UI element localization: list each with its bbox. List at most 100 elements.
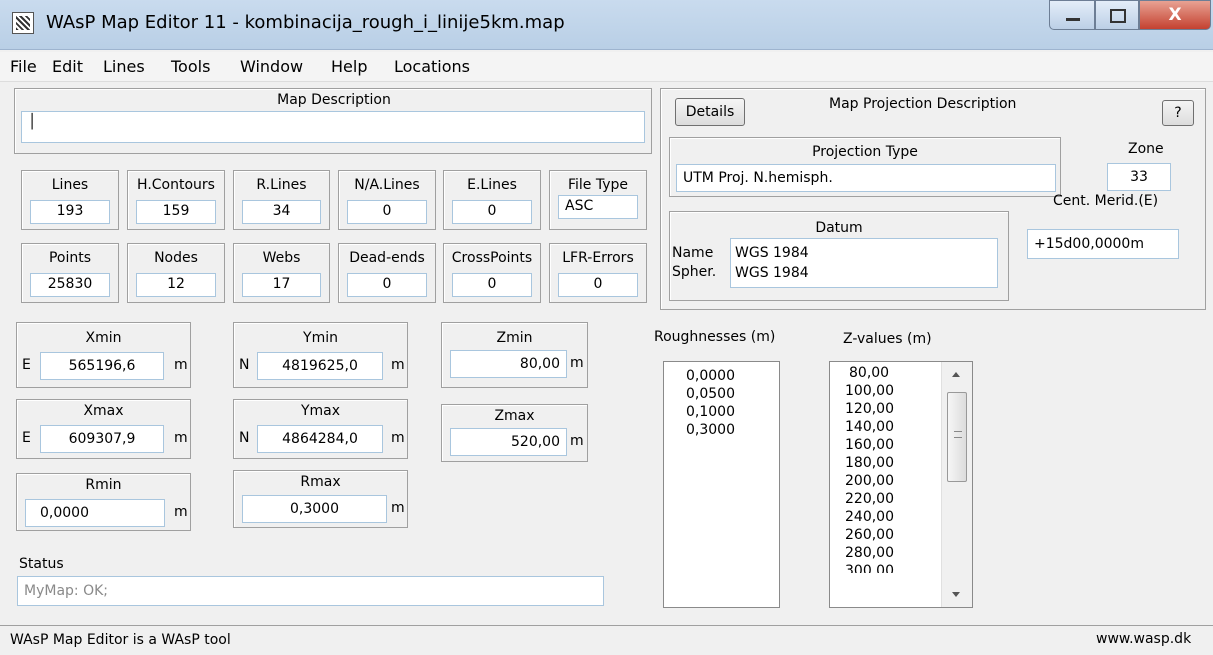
menu-help[interactable]: Help	[331, 57, 367, 76]
points-value: 25830	[30, 273, 110, 297]
datum-label: Datum	[815, 220, 863, 236]
ymax-value: 4864284,0	[257, 425, 383, 453]
dead-ends-value: 0	[347, 273, 427, 297]
status-bar: WAsP Map Editor is a WAsP tool www.wasp.…	[0, 625, 1213, 655]
rmin-label: Rmin	[85, 477, 122, 493]
app-icon	[12, 12, 34, 34]
lines-group: Lines 193	[21, 170, 119, 230]
points-group: Points 25830	[21, 243, 119, 303]
menu-lines[interactable]: Lines	[103, 57, 145, 76]
ymax-prefix: N	[239, 430, 250, 446]
xmin-label: Xmin	[85, 330, 122, 346]
crosspoints-label: CrossPoints	[451, 250, 533, 266]
xmin-group: Xmin E 565196,6 m	[16, 322, 191, 388]
rlines-label: R.Lines	[256, 177, 307, 193]
list-item[interactable]: 200,00	[845, 473, 894, 489]
list-item[interactable]: 260,00	[845, 527, 894, 543]
menu-locations[interactable]: Locations	[394, 57, 470, 76]
status-label: Status	[19, 556, 64, 572]
scroll-down-icon[interactable]	[952, 592, 960, 597]
map-description-input[interactable]: │	[21, 111, 645, 143]
title-bar: WAsP Map Editor 11 - kombinacija_rough_i…	[0, 0, 1213, 50]
window-controls: X	[1027, 0, 1213, 32]
list-item[interactable]: 220,00	[845, 491, 894, 507]
dead-ends-label: Dead-ends	[349, 250, 425, 266]
list-item[interactable]: 120,00	[845, 401, 894, 417]
roughnesses-label: Roughnesses (m)	[654, 329, 776, 345]
zvalues-list[interactable]: 80,00 100,00 120,00 140,00 160,00 180,00…	[829, 361, 973, 608]
details-button[interactable]: Details	[675, 98, 745, 126]
lfr-errors-label: LFR-Errors	[562, 250, 634, 266]
ymin-label: Ymin	[303, 330, 338, 346]
list-item[interactable]: 0,1000	[686, 404, 735, 420]
projection-type-value: UTM Proj. N.hemisph.	[676, 164, 1056, 192]
projection-panel: Details Map Projection Description ? Pro…	[660, 88, 1206, 310]
xmax-prefix: E	[22, 430, 31, 446]
lfr-errors-value: 0	[558, 273, 638, 297]
hcontours-group: H.Contours 159	[127, 170, 225, 230]
rmax-unit: m	[391, 500, 405, 516]
file-type-group: File Type ASC	[549, 170, 647, 230]
zmin-unit: m	[570, 355, 584, 371]
scroll-thumb[interactable]	[947, 392, 967, 482]
projection-title: Map Projection Description	[829, 96, 1017, 112]
file-type-label: File Type	[567, 177, 629, 193]
list-item[interactable]: 100,00	[845, 383, 894, 399]
list-item[interactable]: 80,00	[849, 365, 889, 381]
zmax-label: Zmax	[494, 408, 535, 424]
points-label: Points	[48, 250, 92, 266]
nodes-value: 12	[136, 273, 216, 297]
ymin-group: Ymin N 4819625,0 m	[233, 322, 408, 388]
rmax-value: 0,3000	[242, 495, 387, 523]
ymax-group: Ymax N 4864284,0 m	[233, 399, 408, 459]
ymin-prefix: N	[239, 357, 250, 373]
xmax-unit: m	[174, 430, 188, 446]
cent-merid-value: +15d00,0000m	[1027, 229, 1179, 259]
nodes-group: Nodes 12	[127, 243, 225, 303]
rmin-group: Rmin 0,0000 m	[16, 473, 191, 531]
datum-spher-value: WGS 1984	[735, 265, 809, 281]
help-button[interactable]: ?	[1162, 100, 1194, 126]
rmin-value: 0,0000	[25, 499, 165, 527]
list-item[interactable]: 300,00	[845, 563, 894, 573]
list-item[interactable]: 180,00	[845, 455, 894, 471]
crosspoints-group: CrossPoints 0	[443, 243, 541, 303]
zone-label: Zone	[1128, 141, 1164, 157]
list-item[interactable]: 240,00	[845, 509, 894, 525]
map-description-group: Map Description │	[14, 88, 652, 154]
e-lines-value: 0	[452, 200, 532, 224]
map-description-label: Map Description	[277, 92, 391, 108]
file-type-value: ASC	[558, 195, 638, 219]
menu-tools[interactable]: Tools	[171, 57, 210, 76]
menu-edit[interactable]: Edit	[52, 57, 83, 76]
maximize-button[interactable]	[1095, 0, 1139, 30]
list-item[interactable]: 280,00	[845, 545, 894, 561]
ymin-unit: m	[391, 357, 405, 373]
list-item[interactable]: 0,0000	[686, 368, 735, 384]
projection-type-group: Projection Type UTM Proj. N.hemisph.	[669, 137, 1061, 197]
cent-merid-label: Cent. Merid.(E)	[1053, 193, 1159, 209]
close-button[interactable]: X	[1139, 0, 1211, 30]
ymax-label: Ymax	[300, 403, 341, 419]
window-title: WAsP Map Editor 11 - kombinacija_rough_i…	[46, 12, 565, 33]
e-lines-label: E.Lines	[467, 177, 517, 193]
projection-type-label: Projection Type	[812, 144, 918, 160]
list-item[interactable]: 160,00	[845, 437, 894, 453]
scroll-up-icon[interactable]	[952, 372, 960, 377]
datum-name-label: Name	[672, 245, 714, 261]
xmin-value: 565196,6	[40, 352, 164, 380]
roughnesses-list[interactable]: 0,0000 0,0500 0,1000 0,3000	[663, 361, 780, 608]
xmin-unit: m	[174, 357, 188, 373]
list-item[interactable]: 0,3000	[686, 422, 735, 438]
list-item[interactable]: 0,0500	[686, 386, 735, 402]
minimize-button[interactable]	[1049, 0, 1095, 30]
zvalues-scrollbar[interactable]	[941, 362, 972, 607]
zmin-group: Zmin 80,00 m	[441, 322, 588, 388]
menu-file[interactable]: File	[10, 57, 37, 76]
list-item[interactable]: 140,00	[845, 419, 894, 435]
rmax-group: Rmax 0,3000 m	[233, 470, 408, 528]
menu-window[interactable]: Window	[240, 57, 303, 76]
status-field: MyMap: OK;	[17, 576, 604, 606]
webs-label: Webs	[262, 250, 301, 266]
webs-group: Webs 17	[233, 243, 330, 303]
